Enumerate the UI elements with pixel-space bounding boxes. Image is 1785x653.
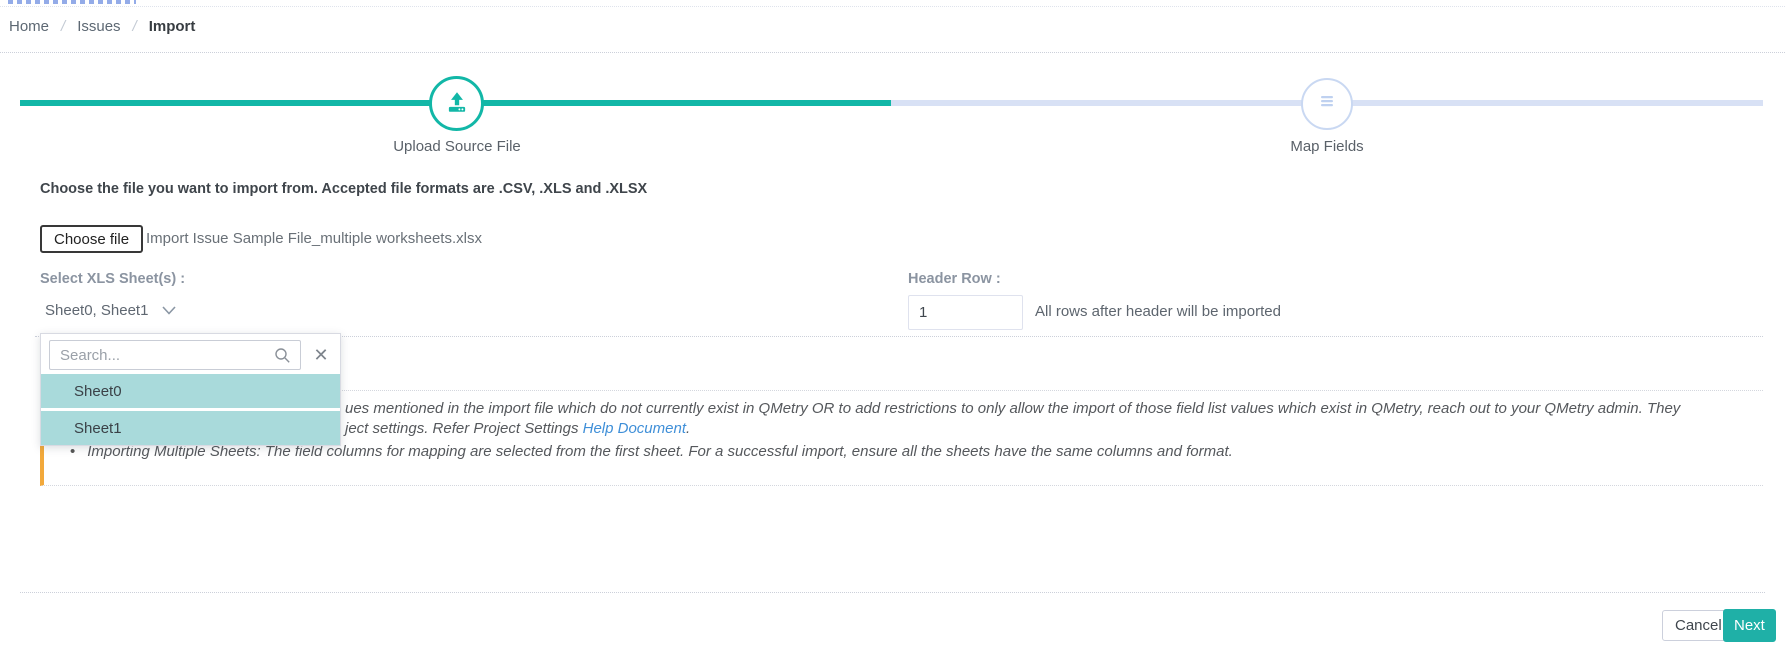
import-page: Home / Issues / Import Upload Source Fil… [0, 0, 1785, 653]
chevron-down-icon [162, 302, 177, 319]
step-label-upload-source-file: Upload Source File [393, 138, 521, 155]
step-upload-source-file [429, 76, 484, 131]
breadcrumb-separator: / [132, 18, 137, 35]
note-bullet1-line2: ject settings. Refer Project Settings He… [345, 420, 690, 437]
dropdown-option-sheet1[interactable]: Sheet1 [41, 411, 340, 445]
breadcrumb-issues[interactable]: Issues [77, 18, 120, 35]
upload-instruction: Choose the file you want to import from.… [40, 181, 648, 197]
dropdown-option-sheet0[interactable]: Sheet0 [41, 374, 340, 408]
breadcrumb-divider [0, 52, 1785, 53]
header-row-input[interactable] [908, 295, 1023, 330]
upload-icon [444, 89, 470, 119]
header-row-hint: All rows after header will be imported [1035, 303, 1281, 320]
search-input[interactable] [49, 340, 301, 370]
sheet-select-label: Select XLS Sheet(s) : [40, 271, 186, 287]
note-bullet1-line2-text: ject settings. Refer Project Settings [345, 420, 583, 437]
breadcrumb-current-import: Import [148, 18, 196, 35]
top-divider [0, 6, 1785, 7]
footer-divider [20, 592, 1765, 593]
breadcrumb-home[interactable]: Home [9, 18, 49, 35]
selected-file-name: Import Issue Sample File_multiple worksh… [146, 230, 482, 247]
breadcrumb-separator: / [61, 18, 66, 35]
note-bullet1-line1: ues mentioned in the import file which d… [345, 400, 1681, 417]
sheet-select-value: Sheet0, Sheet1 [45, 302, 149, 319]
choose-file-button[interactable]: Choose file [40, 225, 144, 253]
step-label-map-fields: Map Fields [1290, 138, 1364, 155]
sheet-select-dropdown: ✕ Sheet0 Sheet1 [40, 333, 341, 446]
close-icon[interactable]: ✕ [309, 343, 333, 367]
header-row-label: Header Row : [908, 271, 1001, 287]
step-map-fields [1301, 78, 1353, 130]
list-icon [1315, 90, 1339, 118]
next-button[interactable]: Next [1723, 609, 1776, 642]
dropdown-search-row: ✕ [41, 334, 340, 374]
sheet-select-trigger[interactable]: Sheet0, Sheet1 [45, 302, 177, 319]
breadcrumb: Home / Issues / Import [9, 18, 195, 35]
note-bullet1-period: . [686, 420, 691, 437]
help-document-link[interactable]: Help Document [583, 420, 686, 437]
search-icon [274, 347, 291, 368]
clipped-top-link-fragment [8, 0, 136, 4]
